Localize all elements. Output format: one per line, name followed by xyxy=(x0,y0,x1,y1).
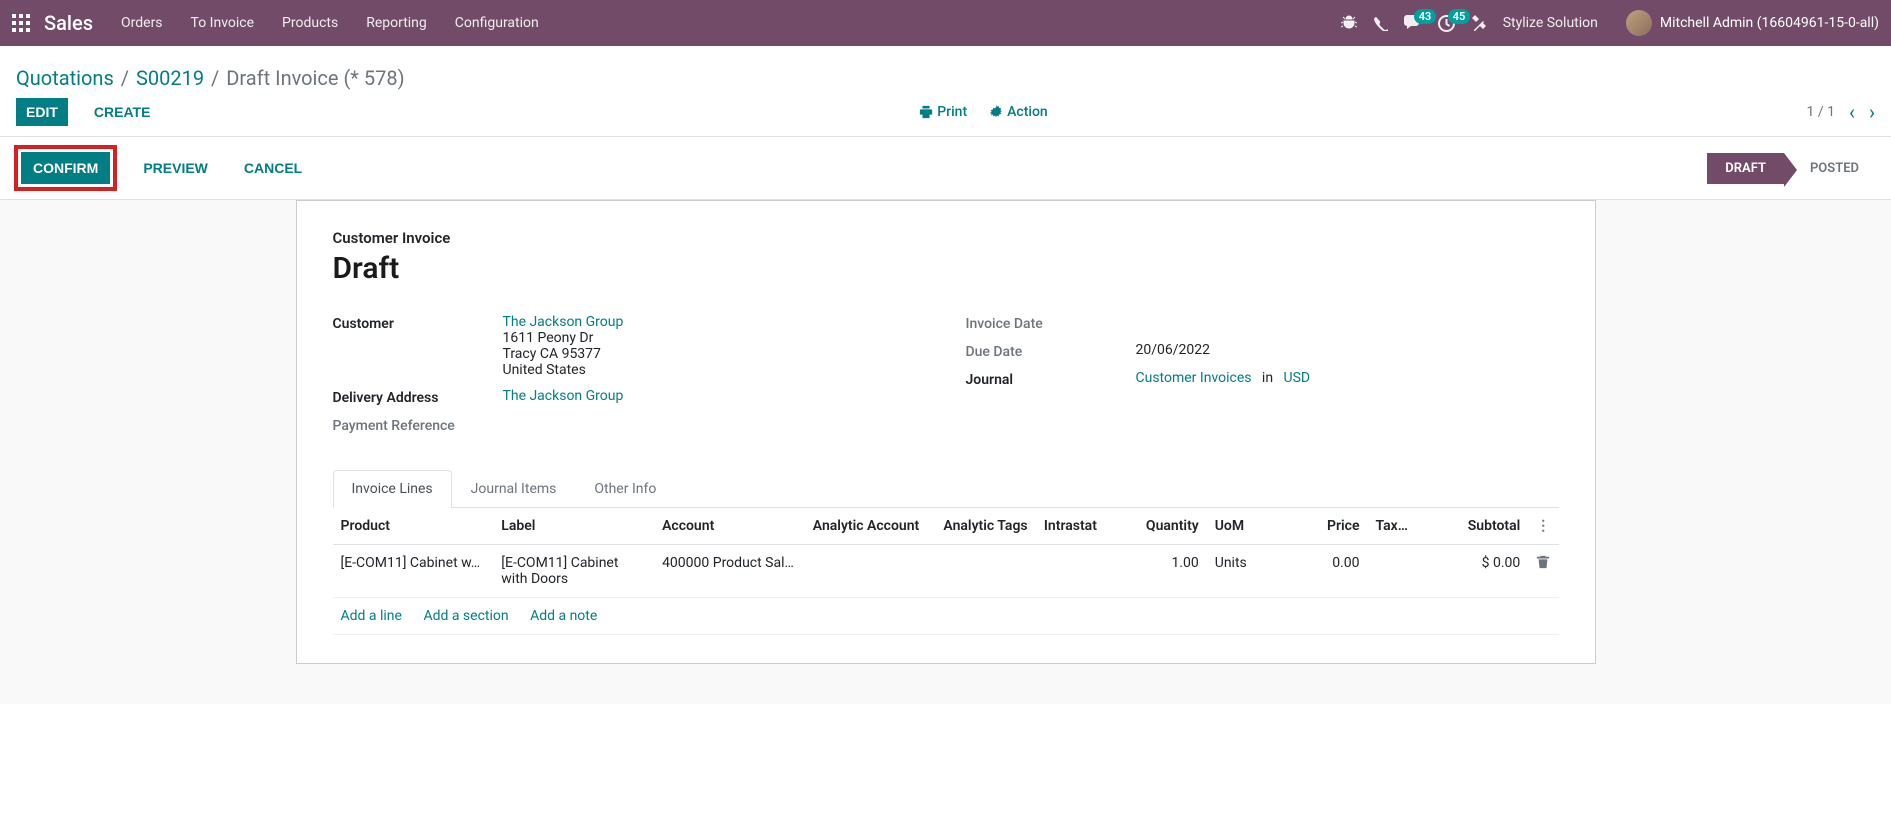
gear-icon xyxy=(989,105,1003,119)
currency-link[interactable]: USD xyxy=(1283,370,1310,386)
form-title: Draft xyxy=(333,251,1559,286)
cell-product: [E-COM11] Cabinet w… xyxy=(341,555,481,571)
nav-orders[interactable]: Orders xyxy=(121,15,163,31)
user-name: Mitchell Admin (16604961-15-0-all) xyxy=(1660,15,1879,31)
label-journal: Journal xyxy=(966,370,1136,388)
table-row[interactable]: [E-COM11] Cabinet w… [E-COM11] Cabinet w… xyxy=(333,545,1559,598)
label-invoice-date: Invoice Date xyxy=(966,314,1136,332)
status-posted[interactable]: POSTED xyxy=(1784,153,1877,184)
customer-addr3: United States xyxy=(503,362,926,378)
apps-icon[interactable] xyxy=(12,14,30,32)
edit-button[interactable]: EDIT xyxy=(16,98,68,126)
cell-price: 0.00 xyxy=(1287,545,1367,598)
preview-button[interactable]: PREVIEW xyxy=(133,154,218,182)
confirm-highlight: CONFIRM xyxy=(14,145,117,191)
cell-quantity: 1.00 xyxy=(1116,545,1206,598)
main-navbar: Sales Orders To Invoice Products Reporti… xyxy=(0,0,1891,46)
form-tabs: Invoice Lines Journal Items Other Info xyxy=(333,470,1559,508)
messages-badge: 43 xyxy=(1414,9,1437,24)
print-button[interactable]: Print xyxy=(919,104,967,120)
pager-text: 1 / 1 xyxy=(1807,104,1835,120)
th-analytic-tags[interactable]: Analytic Tags xyxy=(935,508,1035,545)
delete-row-icon[interactable] xyxy=(1536,555,1550,569)
nav-configuration[interactable]: Configuration xyxy=(455,15,539,31)
customer-addr1: 1611 Peony Dr xyxy=(503,330,926,346)
tab-invoice-lines[interactable]: Invoice Lines xyxy=(333,470,452,508)
th-product[interactable]: Product xyxy=(333,508,494,545)
th-taxes[interactable]: Tax… xyxy=(1368,508,1418,545)
add-note-link[interactable]: Add a note xyxy=(530,608,597,624)
cell-uom: Units xyxy=(1207,545,1287,598)
th-intrastat[interactable]: Intrastat xyxy=(1036,508,1116,545)
breadcrumb: Quotations / S00219 / Draft Invoice (* 5… xyxy=(16,66,1875,90)
invoice-lines-table: Product Label Account Analytic Account A… xyxy=(333,508,1559,635)
nav-to-invoice[interactable]: To Invoice xyxy=(191,15,255,31)
cell-label: [E-COM11] Cabinet with Doors xyxy=(493,545,654,598)
tab-other-info[interactable]: Other Info xyxy=(575,470,675,508)
th-price[interactable]: Price xyxy=(1287,508,1367,545)
th-account[interactable]: Account xyxy=(654,508,805,545)
due-date-value: 20/06/2022 xyxy=(1136,342,1559,358)
create-button[interactable]: CREATE xyxy=(84,98,161,126)
print-icon xyxy=(919,105,933,119)
cell-subtotal: $ 0.00 xyxy=(1418,545,1529,598)
tab-journal-items[interactable]: Journal Items xyxy=(452,470,576,508)
debug-icon[interactable] xyxy=(1341,15,1357,31)
pager-next[interactable]: › xyxy=(1869,100,1875,124)
th-uom[interactable]: UoM xyxy=(1207,508,1287,545)
activities-badge: 45 xyxy=(1448,9,1471,24)
th-quantity[interactable]: Quantity xyxy=(1116,508,1206,545)
delivery-link[interactable]: The Jackson Group xyxy=(503,388,624,404)
nav-reporting[interactable]: Reporting xyxy=(366,15,427,31)
th-subtotal[interactable]: Subtotal xyxy=(1418,508,1529,545)
avatar xyxy=(1626,10,1652,36)
th-analytic-account[interactable]: Analytic Account xyxy=(805,508,936,545)
status-draft[interactable]: DRAFT xyxy=(1707,153,1784,184)
action-button[interactable]: Action xyxy=(989,104,1048,120)
label-due-date: Due Date xyxy=(966,342,1136,360)
label-customer: Customer xyxy=(333,314,503,332)
tools-icon[interactable] xyxy=(1471,15,1487,31)
add-line-link[interactable]: Add a line xyxy=(341,608,402,624)
confirm-button[interactable]: CONFIRM xyxy=(21,152,110,184)
phone-icon[interactable] xyxy=(1373,16,1388,31)
app-brand[interactable]: Sales xyxy=(44,11,93,35)
messages-icon[interactable]: 43 xyxy=(1404,15,1422,31)
breadcrumb-current: Draft Invoice (* 578) xyxy=(226,66,404,90)
columns-menu-icon[interactable]: ⋮ xyxy=(1536,518,1550,534)
customer-addr2: Tracy CA 95377 xyxy=(503,346,926,362)
form-subtitle: Customer Invoice xyxy=(333,229,1559,247)
cell-account: 400000 Product Sal… xyxy=(662,555,794,571)
nav-products[interactable]: Products xyxy=(282,15,338,31)
th-label[interactable]: Label xyxy=(493,508,654,545)
journal-link[interactable]: Customer Invoices xyxy=(1136,370,1252,386)
statusbar: CONFIRM PREVIEW CANCEL DRAFT POSTED xyxy=(0,136,1891,200)
activities-icon[interactable]: 45 xyxy=(1438,15,1455,32)
breadcrumb-parent[interactable]: S00219 xyxy=(136,66,204,90)
add-section-link[interactable]: Add a section xyxy=(423,608,508,624)
breadcrumb-root[interactable]: Quotations xyxy=(16,66,114,90)
form-sheet: Customer Invoice Draft Customer The Jack… xyxy=(296,200,1596,664)
customer-link[interactable]: The Jackson Group xyxy=(503,314,624,330)
control-panel: Quotations / S00219 / Draft Invoice (* 5… xyxy=(0,46,1891,136)
cancel-button[interactable]: CANCEL xyxy=(234,154,312,182)
user-menu[interactable]: Mitchell Admin (16604961-15-0-all) xyxy=(1626,10,1879,36)
label-payment-ref: Payment Reference xyxy=(333,416,503,434)
company-switcher[interactable]: Stylize Solution xyxy=(1503,15,1598,31)
status-chevrons: DRAFT POSTED xyxy=(1707,153,1877,184)
label-delivery: Delivery Address xyxy=(333,388,503,406)
pager-prev[interactable]: ‹ xyxy=(1849,100,1855,124)
